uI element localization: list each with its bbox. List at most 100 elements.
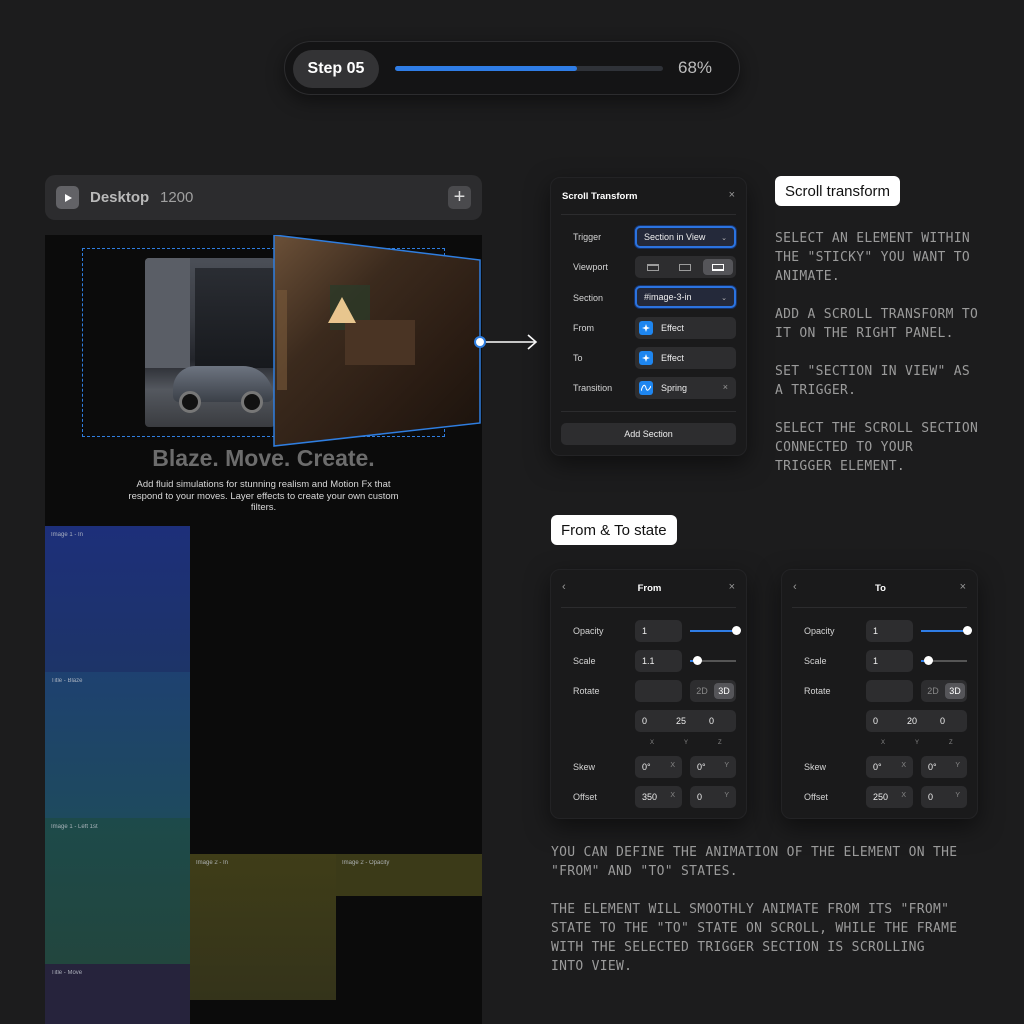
axis-unit: X bbox=[670, 792, 675, 799]
divider bbox=[792, 607, 967, 608]
to-effect-value: Effect bbox=[661, 353, 684, 363]
axis-label-y: Y bbox=[915, 740, 920, 746]
add-section-button[interactable]: Add Section bbox=[561, 423, 736, 445]
section-block-title-move[interactable]: Title - Move bbox=[45, 964, 190, 1024]
scale-input[interactable]: 1.1 bbox=[635, 650, 682, 672]
from-to-state-badge: From & To state bbox=[551, 515, 677, 545]
trigger-select[interactable]: Section in View ⌄ bbox=[635, 226, 736, 248]
panel-title: From bbox=[637, 583, 662, 594]
opacity-slider[interactable] bbox=[921, 626, 972, 635]
opacity-input[interactable]: 1 bbox=[866, 620, 913, 642]
rotate-input[interactable] bbox=[866, 680, 913, 702]
viewport-bottom-icon[interactable] bbox=[703, 259, 733, 275]
trigger-label: Trigger bbox=[573, 232, 602, 242]
offset-y-input[interactable]: 0Y bbox=[690, 786, 736, 808]
design-canvas[interactable]: Blaze. Move. Create. Add fluid simulatio… bbox=[45, 235, 482, 1024]
play-icon[interactable] bbox=[56, 186, 79, 209]
rotate-z-value[interactable]: 0 bbox=[940, 716, 945, 726]
offset-x-input[interactable]: 250 X bbox=[866, 786, 913, 808]
slider-knob[interactable] bbox=[692, 656, 702, 665]
rotate-xyz-input[interactable]: 0 20 0 bbox=[866, 710, 967, 732]
axis-label-y: Y bbox=[684, 740, 689, 746]
rotate-z-value[interactable]: 0 bbox=[709, 716, 714, 726]
axis-unit: X bbox=[670, 762, 675, 769]
chevron-down-icon: ⌄ bbox=[721, 295, 727, 302]
offset-x-value: 350 bbox=[642, 792, 658, 802]
axis-unit: Y bbox=[955, 792, 960, 799]
slider-knob[interactable] bbox=[923, 656, 933, 665]
scroll-transform-badge: Scroll transform bbox=[775, 176, 901, 206]
mode-3d-option[interactable]: 3D bbox=[714, 683, 734, 699]
rotate-x-value[interactable]: 0 bbox=[873, 716, 878, 726]
slider-knob[interactable] bbox=[732, 626, 741, 635]
breakpoint-width: 1200 bbox=[160, 189, 194, 206]
rotate-x-value[interactable]: 0 bbox=[642, 716, 647, 726]
rotate-mode-toggle: 2D 3D bbox=[690, 680, 736, 702]
rotate-input[interactable] bbox=[635, 680, 682, 702]
rotate-y-value[interactable]: 20 bbox=[907, 716, 917, 726]
scroll-transform-panel: Scroll Transform × Trigger Section in Vi… bbox=[550, 177, 747, 456]
from-state-panel: ‹ From × Opacity 1 Scale 1.1 Rotate 2D 3… bbox=[550, 569, 747, 819]
scroll-instructions: SELECT AN ELEMENT WITHIN THE "STICKY" YO… bbox=[775, 229, 978, 495]
section-block-title-blaze[interactable]: Title - Blaze bbox=[45, 672, 190, 818]
section-block-image2-opacity[interactable]: Image 2 - Opacity bbox=[336, 854, 482, 896]
skew-y-input[interactable]: 0° Y bbox=[690, 756, 736, 778]
divider bbox=[561, 607, 736, 608]
clear-icon[interactable]: × bbox=[723, 382, 728, 392]
connector-handle[interactable] bbox=[474, 336, 486, 348]
to-effect-field[interactable]: Effect bbox=[635, 347, 736, 369]
skew-y-input[interactable]: 0° Y bbox=[921, 756, 967, 778]
section-select[interactable]: #image-3-in ⌄ bbox=[635, 286, 736, 308]
instruction-text: THE ELEMENT WILL SMOOTHLY ANIMATE FROM I… bbox=[551, 902, 958, 974]
chevron-down-icon: ⌄ bbox=[721, 235, 727, 242]
opacity-input[interactable]: 1 bbox=[635, 620, 682, 642]
section-block-image1-in[interactable]: Image 1 - In bbox=[45, 526, 190, 672]
section-block-image1-left[interactable]: Image 1 - Left 1st bbox=[45, 818, 190, 964]
transition-label: Transition bbox=[573, 383, 613, 393]
axis-unit: Y bbox=[955, 762, 960, 769]
step-progress-track bbox=[395, 66, 663, 71]
opacity-slider[interactable] bbox=[690, 626, 741, 635]
mode-2d-option[interactable]: 2D bbox=[692, 683, 712, 699]
sparkle-icon bbox=[639, 351, 653, 365]
viewport-center-icon[interactable] bbox=[670, 259, 700, 275]
close-icon[interactable]: × bbox=[729, 581, 735, 593]
from-effect-field[interactable]: Effect bbox=[635, 317, 736, 339]
instruction-text: SELECT AN ELEMENT WITHIN THE "STICKY" YO… bbox=[775, 231, 971, 284]
skew-label: Skew bbox=[573, 762, 596, 772]
axis-unit: X bbox=[901, 762, 906, 769]
transformed-image-frame[interactable] bbox=[45, 235, 482, 475]
opacity-label: Opacity bbox=[804, 626, 835, 636]
viewport-top-icon[interactable] bbox=[638, 259, 668, 275]
viewport-segmented-control bbox=[635, 256, 736, 278]
skew-x-input[interactable]: 0° X bbox=[635, 756, 682, 778]
transition-field[interactable]: Spring × bbox=[635, 377, 736, 399]
scale-label: Scale bbox=[804, 656, 827, 666]
instruction-text: SELECT THE SCROLL SECTION CONNECTED TO Y… bbox=[775, 421, 979, 474]
section-block-image2-in[interactable]: Image 2 - In bbox=[190, 854, 336, 1000]
scale-slider[interactable] bbox=[690, 656, 736, 665]
scale-slider[interactable] bbox=[921, 656, 967, 665]
close-icon[interactable]: × bbox=[729, 189, 735, 201]
rotate-xyz-input[interactable]: 0 25 0 bbox=[635, 710, 736, 732]
close-icon[interactable]: × bbox=[960, 581, 966, 593]
mode-3d-option[interactable]: 3D bbox=[945, 683, 965, 699]
section-block-label: Title - Move bbox=[51, 970, 83, 976]
to-state-panel: ‹ To × Opacity 1 Scale 1 Rotate 2D 3D 0 … bbox=[781, 569, 978, 819]
spring-curve-icon bbox=[639, 381, 653, 395]
offset-y-value: 0 bbox=[697, 792, 703, 802]
add-breakpoint-icon[interactable]: + bbox=[448, 186, 471, 209]
state-instructions: YOU CAN DEFINE THE ANIMATION OF THE ELEM… bbox=[551, 843, 957, 995]
rotate-y-value[interactable]: 25 bbox=[676, 716, 686, 726]
offset-label: Offset bbox=[804, 792, 828, 802]
skew-y-value: 0° bbox=[697, 762, 706, 772]
transition-value: Spring bbox=[661, 383, 688, 393]
offset-y-input[interactable]: 0Y bbox=[921, 786, 967, 808]
axis-unit: X bbox=[901, 792, 906, 799]
offset-x-input[interactable]: 350 X bbox=[635, 786, 682, 808]
scale-input[interactable]: 1 bbox=[866, 650, 913, 672]
skew-x-input[interactable]: 0° X bbox=[866, 756, 913, 778]
step-label[interactable]: Step 05 bbox=[293, 50, 379, 88]
mode-2d-option[interactable]: 2D bbox=[923, 683, 943, 699]
slider-knob[interactable] bbox=[963, 626, 972, 635]
